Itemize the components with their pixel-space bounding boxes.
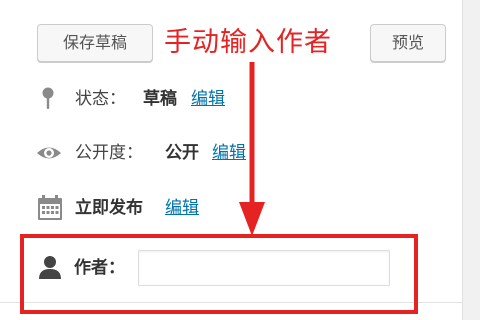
eye-icon	[35, 138, 63, 168]
status-value: 草稿	[143, 89, 177, 109]
author-highlight-box	[20, 234, 418, 314]
visibility-value: 公开	[165, 143, 199, 163]
preview-button[interactable]: 预览	[370, 24, 446, 62]
publish-value: 立即发布	[75, 198, 143, 218]
visibility-label: 公开度：	[75, 143, 143, 163]
calendar-icon	[36, 193, 64, 223]
annotation-arrow	[237, 62, 267, 238]
publish-edit-link[interactable]: 编辑	[165, 193, 199, 223]
status-edit-link[interactable]: 编辑	[191, 84, 225, 114]
annotation-text: 手动输入作者	[164, 27, 332, 58]
save-draft-button[interactable]: 保存草稿	[37, 24, 153, 62]
pin-icon	[36, 84, 64, 114]
status-label: 状态：	[75, 89, 126, 109]
